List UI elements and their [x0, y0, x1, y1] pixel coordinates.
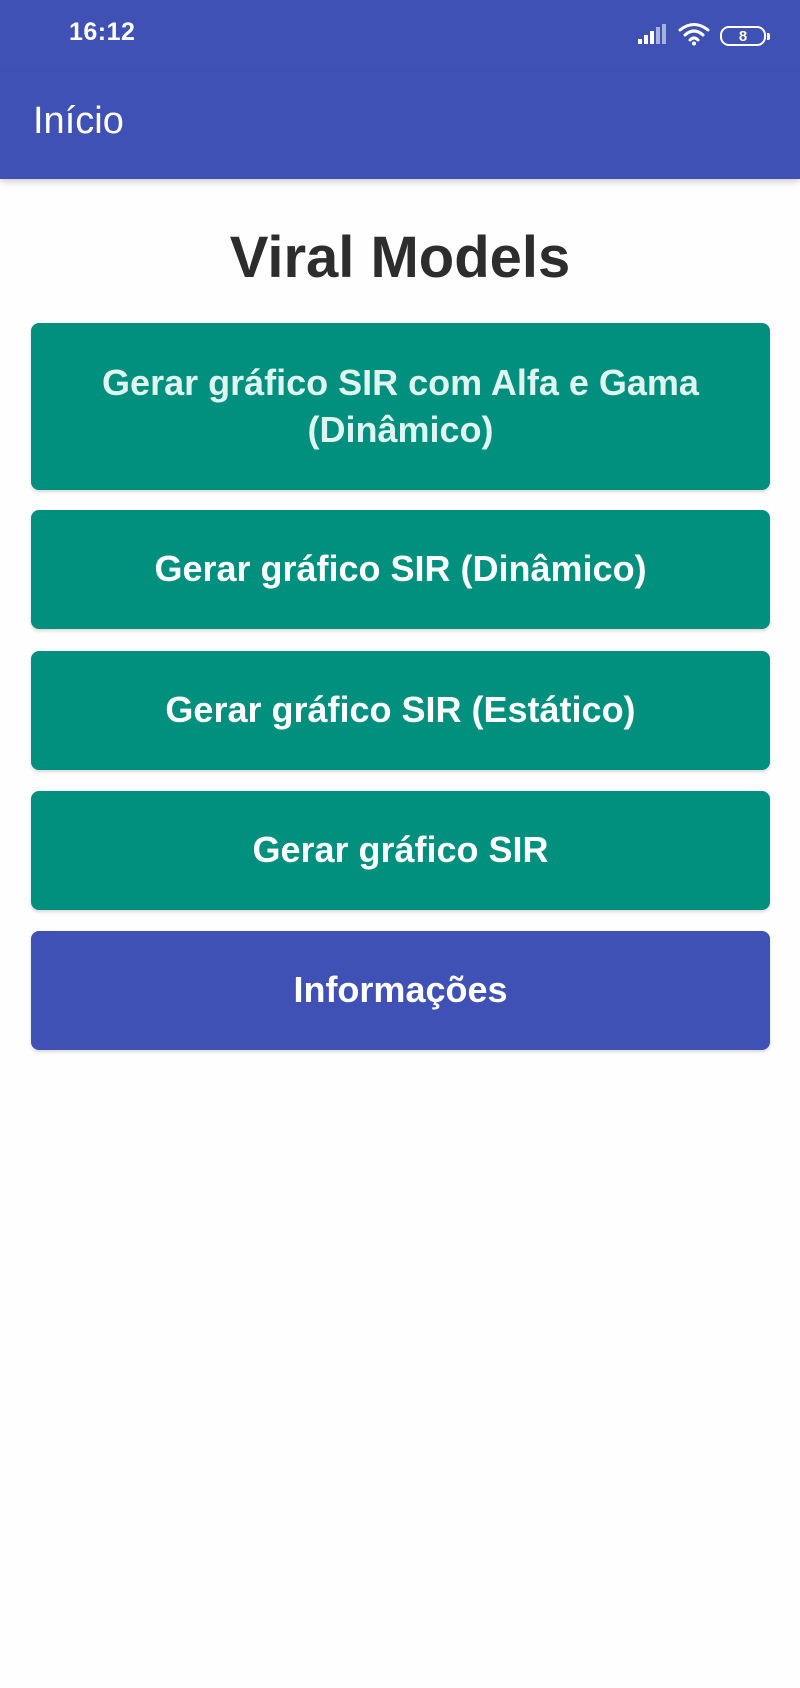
button-label: Gerar gráfico SIR — [252, 829, 549, 871]
sir-alpha-gamma-dynamic-button[interactable]: Gerar gráfico SIR com Alfa e Gama (Dinâm… — [31, 323, 770, 490]
wifi-icon — [678, 22, 710, 51]
button-label: Gerar gráfico SIR (Dinâmico) — [154, 548, 647, 590]
app-bar-title: Início — [33, 100, 124, 142]
battery-nub — [767, 33, 770, 40]
info-button[interactable]: Informações — [31, 931, 770, 1050]
page-title: Viral Models — [229, 225, 571, 290]
button-label: Informações — [293, 969, 508, 1011]
sir-static-button[interactable]: Gerar gráfico SIR (Estático) — [31, 651, 770, 770]
status-time: 16:12 — [69, 18, 136, 46]
battery-icon: 8 — [720, 26, 770, 46]
signal-icon — [638, 23, 668, 49]
battery-level: 8 — [738, 27, 748, 45]
button-label: Gerar gráfico SIR com Alfa e Gama (Dinâm… — [102, 361, 699, 450]
app-bar: Início — [0, 72, 800, 179]
status-bar: 16:12 8 — [0, 0, 800, 72]
button-label: Gerar gráfico SIR (Estático) — [165, 689, 636, 731]
status-icons: 8 — [638, 21, 770, 51]
sir-graph-button[interactable]: Gerar gráfico SIR — [31, 791, 770, 910]
sir-dynamic-button[interactable]: Gerar gráfico SIR (Dinâmico) — [31, 510, 770, 629]
